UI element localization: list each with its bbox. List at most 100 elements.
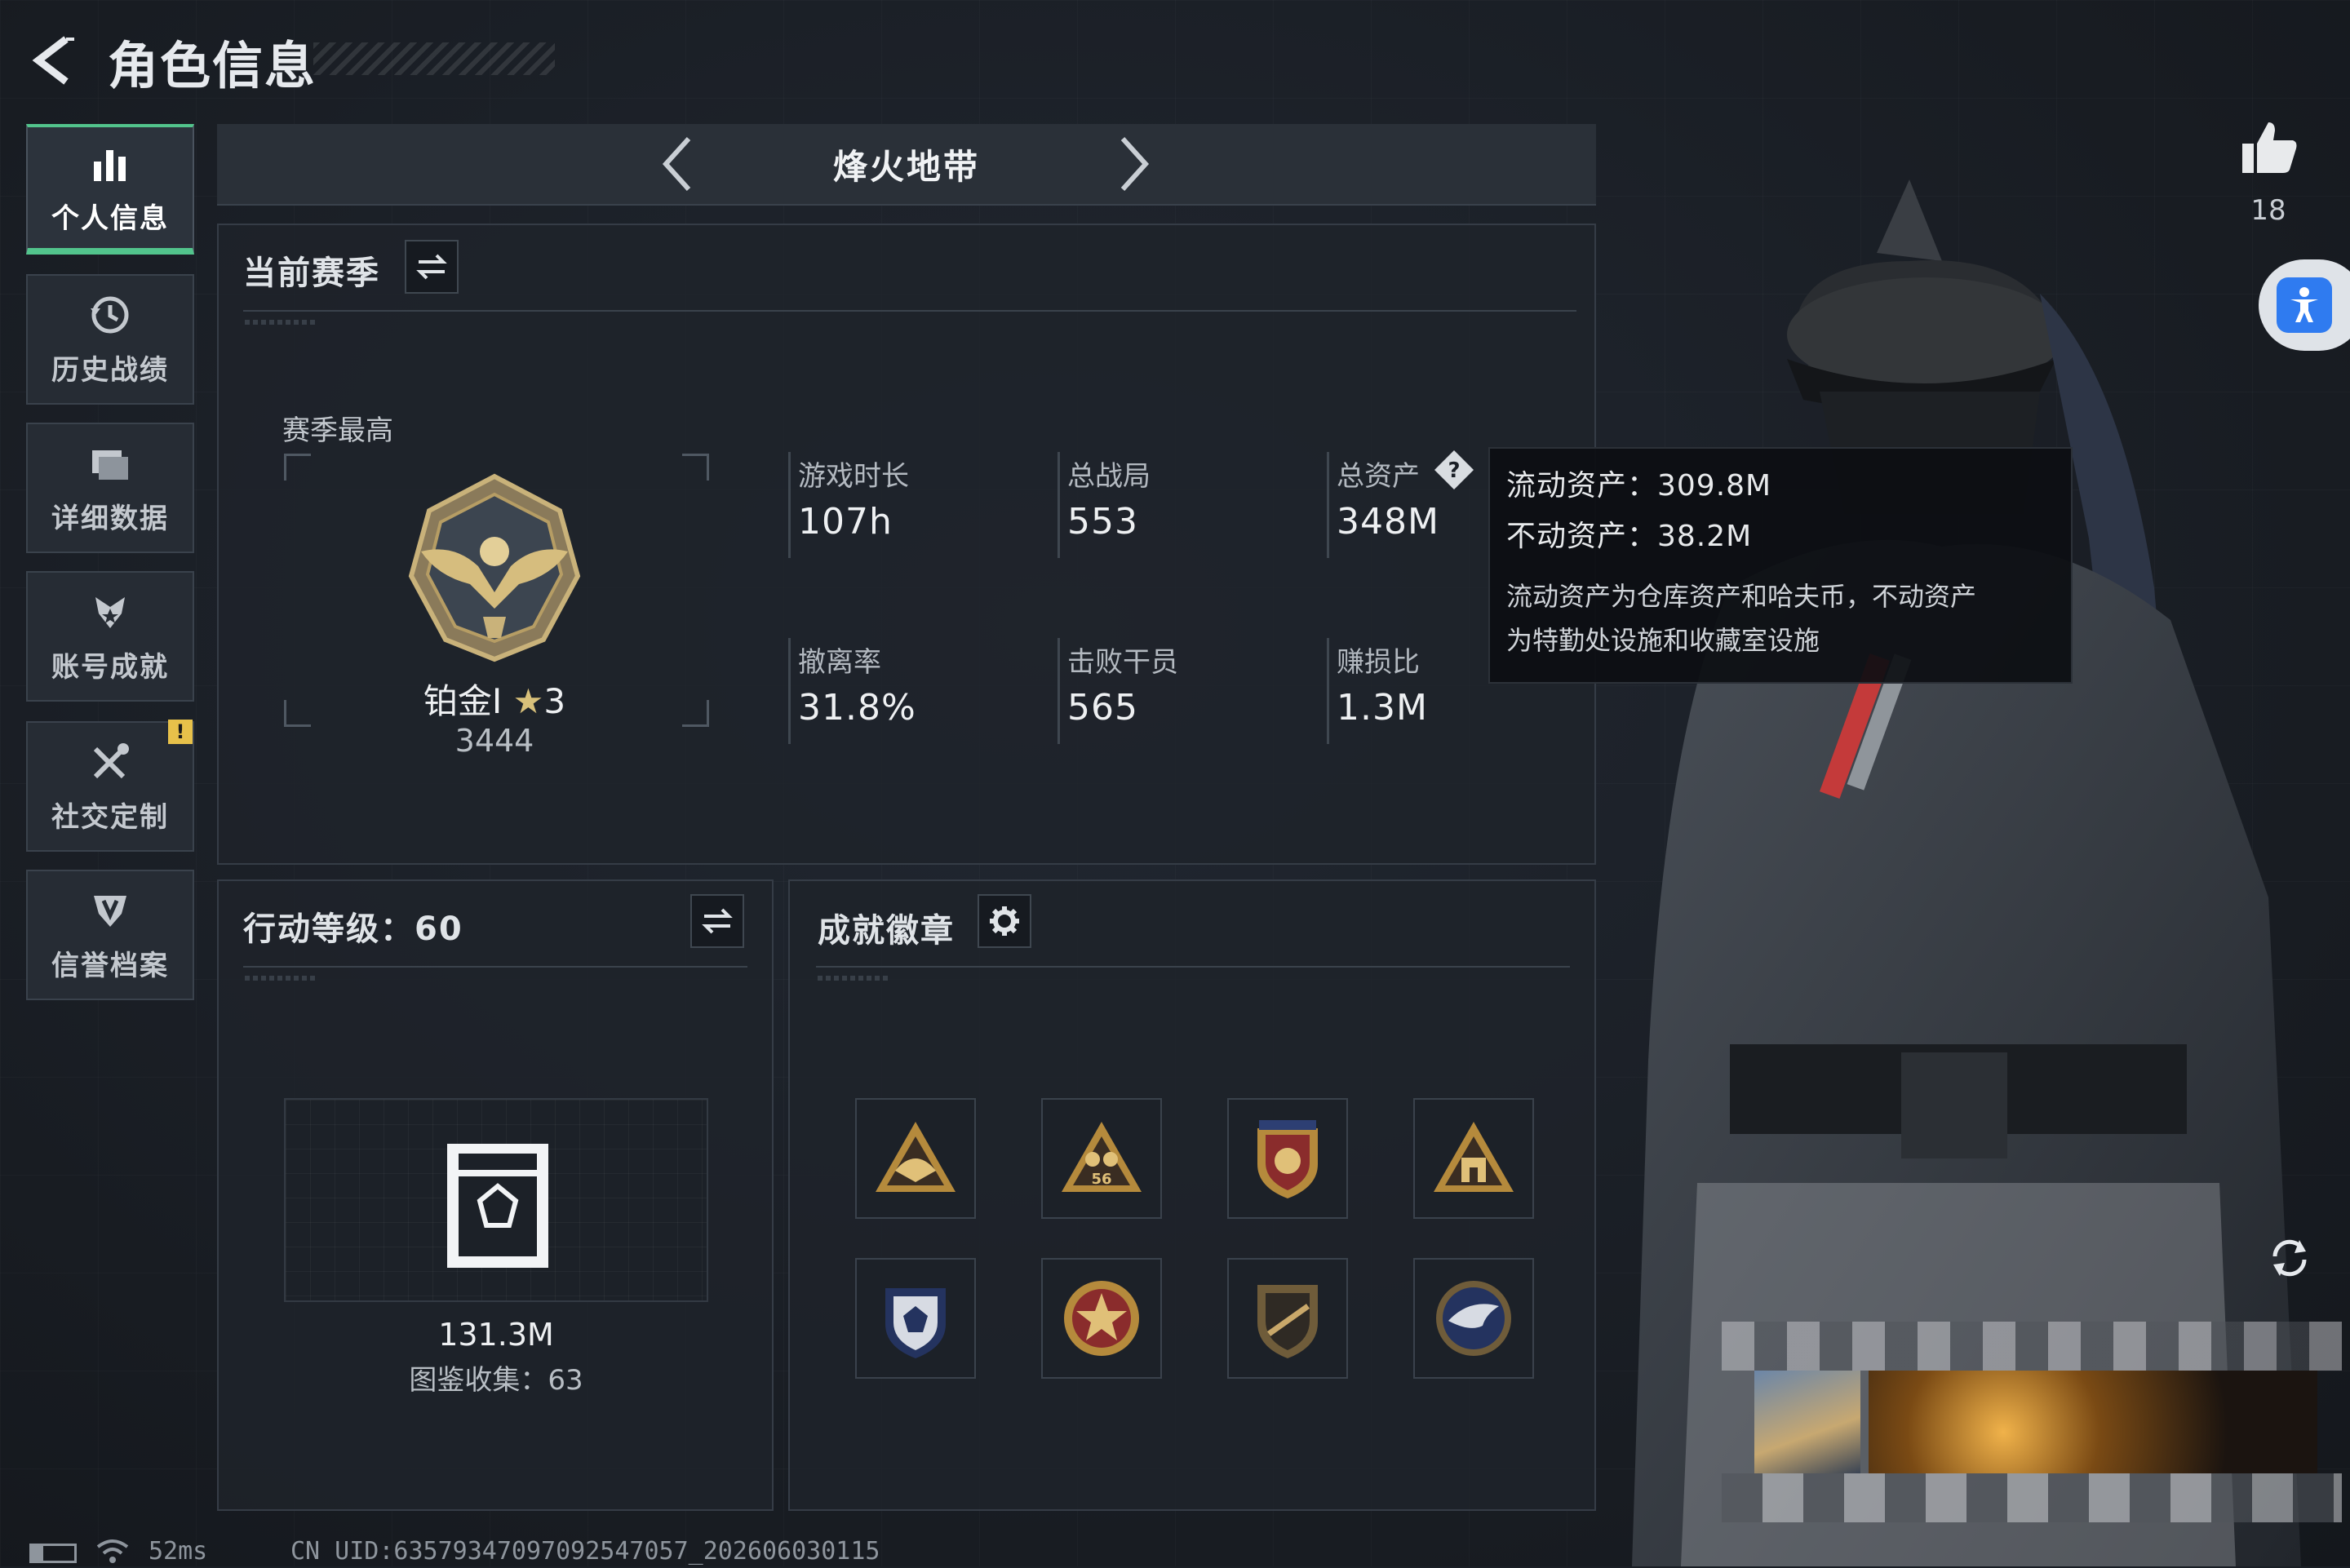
stat-label: 赚损比 xyxy=(1337,646,1420,679)
asset-description-line-1: 流动资产为仓库资产和哈夫币，不动资产 xyxy=(1506,581,1977,612)
credit-shield-icon xyxy=(94,895,126,927)
help-diamond-icon: ? xyxy=(1434,450,1474,489)
sidebar-item-label: 个人信息 xyxy=(51,202,169,235)
collection-value: 131.3M xyxy=(438,1317,554,1353)
sidebar-item-personal-info[interactable]: 个人信息 xyxy=(26,124,194,255)
season-switch-button[interactable] xyxy=(405,240,459,294)
sidebar-item-label: 详细数据 xyxy=(51,502,169,535)
sidebar-item-achievements[interactable]: 账号成就 xyxy=(26,571,194,702)
house-badge-icon xyxy=(1434,1122,1514,1192)
star-icon: ★ xyxy=(512,681,544,721)
sidebar-item-details[interactable]: 详细数据 xyxy=(26,423,194,553)
rotate-model-button[interactable] xyxy=(2264,1232,2316,1284)
rotate-icon xyxy=(2272,1239,2307,1277)
tools-icon xyxy=(93,742,129,778)
achievement-icon xyxy=(95,596,125,628)
stat-divider xyxy=(1058,638,1060,744)
sidebar-item-label: 历史战绩 xyxy=(51,353,169,387)
asset-description-line-2: 为特勤处设施和收藏室设施 xyxy=(1506,625,1820,656)
swap-icon xyxy=(416,254,447,280)
asset-tooltip: 流动资产：309.8M 不动资产：38.2M 流动资产为仓库资产和哈夫币，不动资… xyxy=(1488,447,2073,684)
like-button[interactable] xyxy=(2236,116,2301,181)
swap-icon xyxy=(702,908,733,934)
glasses-56-badge-icon: 56 xyxy=(1062,1122,1142,1192)
stat-value: 565 xyxy=(1067,687,1138,729)
profile-banner[interactable] xyxy=(1869,1371,2317,1473)
sidebar-item-label: 信誉档案 xyxy=(51,949,169,982)
sidebar-item-history[interactable]: 历史战绩 xyxy=(26,274,194,405)
thumbs-up-icon xyxy=(2242,122,2297,173)
divider xyxy=(816,966,1570,968)
season-best-label: 赛季最高 xyxy=(282,414,393,447)
achievements-settings-button[interactable] xyxy=(978,894,1031,948)
badge-slot[interactable] xyxy=(855,1258,976,1379)
sidebar-item-label: 账号成就 xyxy=(51,650,169,684)
stat-value: 1.3M xyxy=(1337,687,1428,729)
badge-slot[interactable] xyxy=(1413,1258,1534,1379)
badge-slot[interactable] xyxy=(1041,1258,1162,1379)
avatar[interactable] xyxy=(1754,1371,1860,1473)
stat-value: 348M xyxy=(1337,501,1439,543)
mode-next-button[interactable] xyxy=(1110,127,1159,201)
info-mosaic xyxy=(1722,1473,2342,1522)
accessibility-button[interactable] xyxy=(2259,259,2350,351)
star-shield-badge-icon xyxy=(885,1288,946,1358)
sidebar-item-label: 社交定制 xyxy=(51,800,169,834)
rank-name: 铂金Ⅰ xyxy=(423,681,503,721)
divider xyxy=(243,310,1576,312)
star-medal-badge-icon xyxy=(1064,1281,1139,1356)
mode-prev-button[interactable] xyxy=(653,127,702,201)
battery-icon xyxy=(29,1544,77,1563)
stat-value: 31.8% xyxy=(798,687,916,729)
frame-corner xyxy=(682,700,709,727)
rank-points: 3444 xyxy=(454,723,534,759)
back-arrow-icon xyxy=(32,36,74,85)
notification-badge: ! xyxy=(168,720,193,744)
badge-slot[interactable] xyxy=(1413,1098,1534,1219)
rifle-shield-badge-icon xyxy=(1257,1285,1318,1358)
title-decoration xyxy=(313,42,555,75)
stat-value: 107h xyxy=(798,501,893,543)
badge-slot[interactable] xyxy=(855,1098,976,1219)
action-level-switch-button[interactable] xyxy=(690,894,744,948)
badge-slot[interactable] xyxy=(1227,1258,1348,1379)
eagle-round-badge-icon xyxy=(1436,1281,1511,1356)
accessibility-icon-bg xyxy=(2277,277,2332,333)
collection-case-icon xyxy=(447,1144,548,1268)
stat-value: 553 xyxy=(1067,501,1138,543)
sidebar-item-credit[interactable]: 信誉档案 xyxy=(26,870,194,1000)
gear-icon xyxy=(990,906,1019,936)
stat-label: 总资产 xyxy=(1337,460,1420,493)
stat-divider xyxy=(788,452,791,558)
chevron-left-icon xyxy=(662,136,691,192)
svg-text:?: ? xyxy=(1448,458,1460,483)
name-mosaic xyxy=(1722,1322,2342,1371)
collection-display[interactable] xyxy=(284,1098,708,1302)
frame-corner xyxy=(284,454,311,481)
wifi-icon xyxy=(95,1537,131,1568)
stat-divider xyxy=(1058,452,1060,558)
chevron-right-icon xyxy=(1120,136,1150,192)
asset-info-button[interactable]: ? xyxy=(1433,449,1475,491)
liquid-assets: 流动资产：309.8M xyxy=(1506,469,1772,503)
back-button[interactable] xyxy=(24,31,82,90)
stat-label: 击败干员 xyxy=(1067,646,1178,679)
badge-slot[interactable] xyxy=(1227,1098,1348,1219)
divider-decoration xyxy=(818,976,891,981)
frame-corner xyxy=(284,700,311,727)
uid-text: CN UID:6357934709709​2547057_20260603011… xyxy=(290,1537,880,1566)
badge-slot[interactable]: 56 xyxy=(1041,1098,1162,1219)
stat-label: 总战局 xyxy=(1067,460,1151,493)
eagle-shield-badge-icon xyxy=(1257,1120,1318,1198)
bar-chart-icon xyxy=(94,149,126,181)
platinum-eagle-emblem-icon xyxy=(408,473,581,662)
folder-icon xyxy=(92,450,128,480)
divider-decoration xyxy=(245,976,318,981)
accessibility-icon xyxy=(2290,287,2318,322)
season-title: 当前赛季 xyxy=(243,255,380,292)
stat-label: 游戏时长 xyxy=(798,460,909,493)
stat-divider xyxy=(1327,638,1329,744)
page-title: 角色信息 xyxy=(108,36,317,95)
svg-text:56: 56 xyxy=(1091,1171,1111,1188)
history-clock-icon xyxy=(91,296,129,333)
